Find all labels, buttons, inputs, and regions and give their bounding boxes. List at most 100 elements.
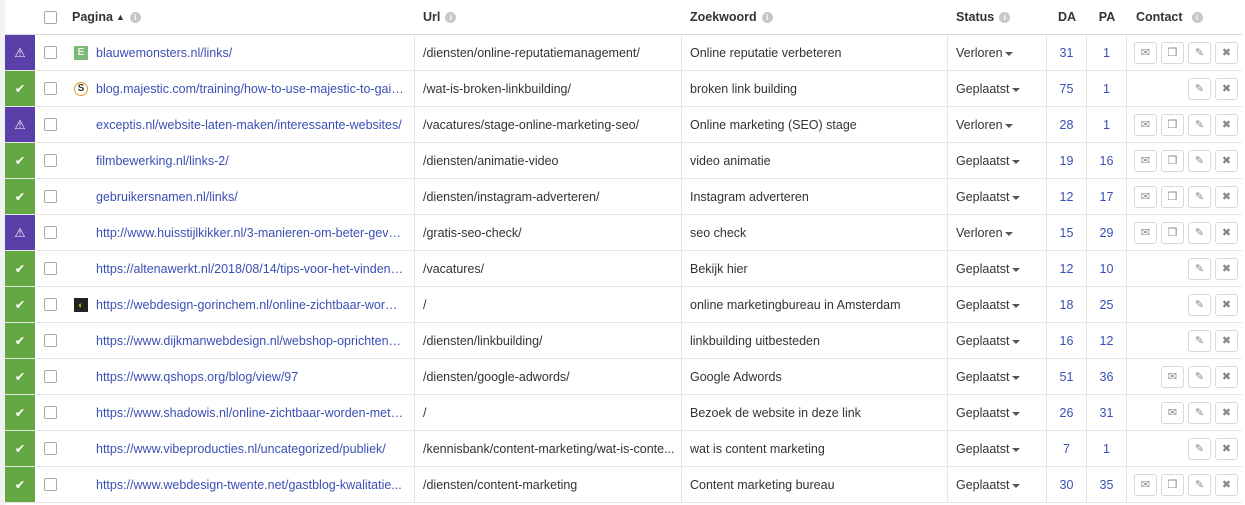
delete-button[interactable]: ✖ xyxy=(1215,293,1238,316)
chevron-down-icon[interactable] xyxy=(1011,483,1020,488)
header-keyword[interactable]: Zoekwoord i xyxy=(682,0,948,34)
header-contact[interactable]: Contact i xyxy=(1128,0,1242,34)
row-checkbox[interactable] xyxy=(43,298,57,311)
row-select[interactable] xyxy=(35,143,65,178)
chevron-down-icon[interactable] xyxy=(1011,87,1020,92)
select-all-checkbox[interactable] xyxy=(43,10,57,24)
info-icon[interactable]: i xyxy=(761,11,773,23)
table-row[interactable]: ⚠ exceptis.nl/website-laten-maken/interes… xyxy=(5,107,1242,143)
table-row[interactable]: ⚠ Eblauwemonsters.nl/links/ /diensten/onli… xyxy=(5,35,1242,71)
chevron-down-icon[interactable] xyxy=(1011,303,1020,308)
header-page[interactable]: Pagina ▲ i xyxy=(72,0,391,34)
delete-button[interactable]: ✖ xyxy=(1215,149,1238,172)
copy-button[interactable]: ❐ xyxy=(1161,185,1184,208)
edit-button[interactable]: ✎ xyxy=(1188,257,1211,280)
row-select[interactable] xyxy=(35,395,65,430)
status-dropdown[interactable]: Geplaatst xyxy=(948,143,1047,178)
edit-button[interactable]: ✎ xyxy=(1188,365,1211,388)
status-dropdown[interactable]: Verloren xyxy=(948,107,1047,142)
row-checkbox[interactable] xyxy=(43,334,57,347)
status-dropdown[interactable]: Geplaatst xyxy=(948,71,1047,106)
edit-button[interactable]: ✎ xyxy=(1188,77,1211,100)
mail-button[interactable]: ✉ xyxy=(1134,149,1157,172)
page-link[interactable]: https://www.qshops.org/blog/view/97 xyxy=(96,370,298,384)
chevron-down-icon[interactable] xyxy=(1004,231,1013,236)
page-link[interactable]: https://altenawerkt.nl/2018/08/14/tips-v… xyxy=(96,262,404,276)
mail-button[interactable]: ✉ xyxy=(1161,401,1184,424)
row-select[interactable] xyxy=(35,179,65,214)
table-row[interactable]: ✔ https://www.dijkmanwebdesign.nl/webshop… xyxy=(5,323,1242,359)
row-select[interactable] xyxy=(35,287,65,322)
copy-button[interactable]: ❐ xyxy=(1161,113,1184,136)
mail-button[interactable]: ✉ xyxy=(1134,473,1157,496)
chevron-down-icon[interactable] xyxy=(1011,339,1020,344)
row-checkbox[interactable] xyxy=(43,262,57,275)
page-link[interactable]: gebruikersnamen.nl/links/ xyxy=(96,190,238,204)
page-link[interactable]: https://webdesign-gorinchem.nl/online-zi… xyxy=(96,298,404,312)
edit-button[interactable]: ✎ xyxy=(1188,473,1211,496)
status-dropdown[interactable]: Verloren xyxy=(948,35,1047,70)
page-link[interactable]: http://www.huisstijlkikker.nl/3-manieren… xyxy=(96,226,404,240)
chevron-down-icon[interactable] xyxy=(1011,159,1020,164)
row-select[interactable] xyxy=(35,71,65,106)
row-select[interactable] xyxy=(35,359,65,394)
status-dropdown[interactable]: Geplaatst xyxy=(948,359,1047,394)
table-row[interactable]: ✔ gebruikersnamen.nl/links/ /diensten/inst… xyxy=(5,179,1242,215)
sort-ascending-icon[interactable]: ▲ xyxy=(116,12,125,22)
page-link[interactable]: https://www.dijkmanwebdesign.nl/webshop-… xyxy=(96,334,404,348)
row-checkbox[interactable] xyxy=(43,82,57,95)
row-checkbox[interactable] xyxy=(43,46,57,59)
table-row[interactable]: ✔ https://www.qshops.org/blog/view/97/die… xyxy=(5,359,1242,395)
edit-button[interactable]: ✎ xyxy=(1188,185,1211,208)
edit-button[interactable]: ✎ xyxy=(1188,329,1211,352)
mail-button[interactable]: ✉ xyxy=(1161,365,1184,388)
row-select[interactable] xyxy=(35,107,65,142)
page-link[interactable]: https://www.shadowis.nl/online-zichtbaar… xyxy=(96,406,404,420)
row-select[interactable] xyxy=(35,251,65,286)
row-checkbox[interactable] xyxy=(43,154,57,167)
copy-button[interactable]: ❐ xyxy=(1161,221,1184,244)
copy-button[interactable]: ❐ xyxy=(1161,41,1184,64)
edit-button[interactable]: ✎ xyxy=(1188,41,1211,64)
edit-button[interactable]: ✎ xyxy=(1188,293,1211,316)
info-icon[interactable]: i xyxy=(129,11,141,23)
row-checkbox[interactable] xyxy=(43,442,57,455)
chevron-down-icon[interactable] xyxy=(1004,51,1013,56)
chevron-down-icon[interactable] xyxy=(1011,195,1020,200)
delete-button[interactable]: ✖ xyxy=(1215,437,1238,460)
row-checkbox[interactable] xyxy=(43,370,57,383)
delete-button[interactable]: ✖ xyxy=(1215,77,1238,100)
row-select[interactable] xyxy=(35,215,65,250)
page-link[interactable]: blauwemonsters.nl/links/ xyxy=(96,46,232,60)
header-status[interactable]: Status i xyxy=(948,0,1047,34)
page-link[interactable]: https://www.webdesign-twente.net/gastblo… xyxy=(96,478,402,492)
status-dropdown[interactable]: Verloren xyxy=(948,215,1047,250)
header-da[interactable]: DA xyxy=(1047,0,1087,34)
mail-button[interactable]: ✉ xyxy=(1134,113,1157,136)
status-dropdown[interactable]: Geplaatst xyxy=(948,251,1047,286)
edit-button[interactable]: ✎ xyxy=(1188,221,1211,244)
table-row[interactable]: ✔ https://www.vibeproducties.nl/uncategor… xyxy=(5,431,1242,467)
delete-button[interactable]: ✖ xyxy=(1215,185,1238,208)
edit-button[interactable]: ✎ xyxy=(1188,113,1211,136)
chevron-down-icon[interactable] xyxy=(1011,375,1020,380)
status-dropdown[interactable]: Geplaatst xyxy=(948,395,1047,430)
delete-button[interactable]: ✖ xyxy=(1215,473,1238,496)
table-row[interactable]: ⚠ http://www.huisstijlkikker.nl/3-maniere… xyxy=(5,215,1242,251)
delete-button[interactable]: ✖ xyxy=(1215,365,1238,388)
page-link[interactable]: filmbewerking.nl/links-2/ xyxy=(96,154,229,168)
info-icon[interactable]: i xyxy=(999,11,1011,23)
mail-button[interactable]: ✉ xyxy=(1134,221,1157,244)
header-pa[interactable]: PA xyxy=(1087,0,1127,34)
row-select[interactable] xyxy=(35,35,65,70)
status-dropdown[interactable]: Geplaatst xyxy=(948,431,1047,466)
edit-button[interactable]: ✎ xyxy=(1188,401,1211,424)
row-checkbox[interactable] xyxy=(43,226,57,239)
chevron-down-icon[interactable] xyxy=(1011,411,1020,416)
copy-button[interactable]: ❐ xyxy=(1161,149,1184,172)
header-url[interactable]: Url i xyxy=(415,0,682,34)
edit-button[interactable]: ✎ xyxy=(1188,437,1211,460)
delete-button[interactable]: ✖ xyxy=(1215,113,1238,136)
mail-button[interactable]: ✉ xyxy=(1134,41,1157,64)
chevron-down-icon[interactable] xyxy=(1011,267,1020,272)
